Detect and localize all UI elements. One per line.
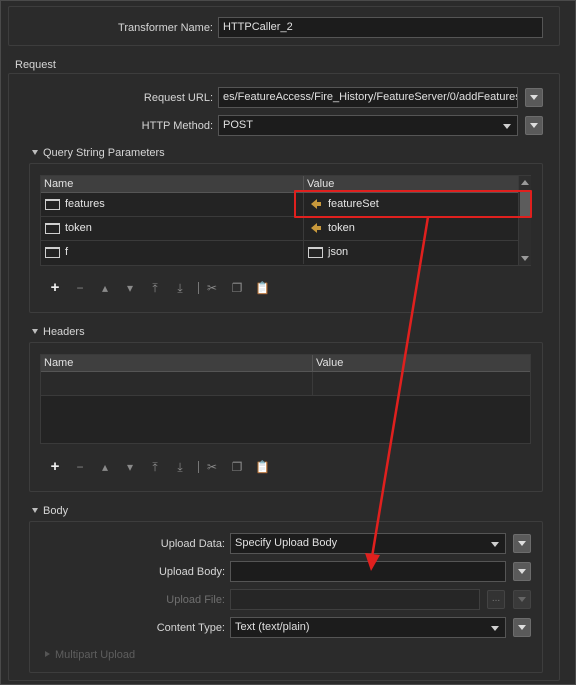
copy-icon[interactable]: ❐ (230, 280, 244, 296)
upload-body-label: Upload Body: (158, 566, 225, 578)
upload-data-label: Upload Data: (160, 538, 225, 550)
query-params-toolbar: + − ▴ ▾ ⤒ ⤓ ✂ ❐ 📋 (48, 280, 278, 296)
param-value: token (328, 222, 355, 234)
param-name: f (65, 246, 69, 258)
chevron-down-icon (491, 542, 499, 547)
upload-body-field[interactable] (230, 561, 506, 582)
body-section-toggle[interactable]: Body (32, 505, 68, 517)
cut-icon[interactable]: ✂ (205, 280, 219, 296)
expand-triangle-icon (45, 651, 50, 658)
request-section-label: Request (15, 59, 56, 71)
headers-table[interactable]: Name Value (40, 354, 531, 444)
attribute-icon (45, 247, 60, 258)
copy-icon[interactable]: ❐ (230, 459, 244, 475)
param-name: token (65, 222, 92, 234)
upload-data-select[interactable]: Specify Upload Body (230, 533, 506, 554)
column-header-name[interactable]: Name (41, 355, 313, 371)
move-down-icon[interactable]: ▾ (123, 459, 137, 475)
move-bottom-icon[interactable]: ⤓ (173, 280, 187, 296)
table-row[interactable] (41, 372, 530, 396)
upload-file-field[interactable] (230, 589, 480, 610)
query-params-table[interactable]: Name Value features featureSet token tok… (40, 175, 531, 266)
scroll-down-icon[interactable] (521, 256, 529, 261)
multipart-upload-toggle[interactable]: Multipart Upload (45, 649, 135, 661)
collapse-triangle-icon (32, 328, 38, 334)
upload-data-value: Specify Upload Body (235, 537, 338, 549)
upload-data-menu-button[interactable] (513, 534, 531, 553)
chevron-down-icon (491, 626, 499, 631)
content-type-menu-button[interactable] (513, 618, 531, 637)
chevron-down-icon (518, 541, 526, 546)
transformer-name-label: Transformer Name: (118, 22, 213, 34)
header-name-cell[interactable] (41, 372, 313, 395)
paste-icon[interactable]: 📋 (255, 459, 270, 475)
toolbar-separator (198, 461, 199, 473)
move-top-icon[interactable]: ⤒ (148, 459, 162, 475)
upload-file-menu-button[interactable] (513, 590, 531, 609)
table-row[interactable]: f json (41, 241, 518, 266)
column-header-value[interactable]: Value (313, 355, 530, 371)
headers-section-toggle[interactable]: Headers (32, 326, 85, 338)
upload-body-menu-button[interactable] (513, 562, 531, 581)
headers-toolbar: + − ▴ ▾ ⤒ ⤓ ✂ ❐ 📋 (48, 459, 278, 475)
move-down-icon[interactable]: ▾ (123, 280, 137, 296)
toolbar-separator (198, 282, 199, 294)
transformer-name-field[interactable]: HTTPCaller_2 (218, 17, 543, 38)
chevron-down-icon (530, 123, 538, 128)
http-method-menu-button[interactable] (525, 116, 543, 135)
request-url-label: Request URL: (143, 92, 213, 104)
http-method-select[interactable]: POST (218, 115, 518, 136)
body-section-label: Body (43, 505, 69, 517)
request-url-menu-button[interactable] (525, 88, 543, 107)
http-method-value: POST (223, 119, 253, 131)
move-top-icon[interactable]: ⤒ (148, 280, 162, 296)
paste-icon[interactable]: 📋 (255, 280, 270, 296)
param-name-cell[interactable]: f (41, 241, 304, 264)
move-up-icon[interactable]: ▴ (98, 280, 112, 296)
add-icon[interactable]: + (48, 459, 62, 475)
headers-section-label: Headers (43, 326, 85, 338)
column-header-name[interactable]: Name (41, 176, 304, 192)
remove-icon[interactable]: − (73, 280, 87, 296)
chevron-down-icon (503, 124, 511, 129)
collapse-triangle-icon (32, 507, 38, 513)
table-row[interactable]: token token (41, 217, 518, 241)
param-name-cell[interactable]: token (41, 217, 304, 240)
http-method-label: HTTP Method: (141, 120, 213, 132)
browse-file-button[interactable]: ... (487, 590, 505, 609)
param-value: json (328, 246, 349, 258)
scroll-up-icon[interactable] (521, 180, 529, 185)
param-value-cell[interactable]: token (304, 217, 518, 240)
highlight-box (294, 190, 532, 218)
attribute-icon (308, 247, 323, 258)
add-icon[interactable]: + (48, 280, 62, 296)
chevron-down-icon (518, 569, 526, 574)
chevron-down-icon (530, 95, 538, 100)
query-params-section-label: Query String Parameters (43, 147, 165, 159)
headers-table-header: Name Value (41, 355, 530, 372)
param-value-cell[interactable]: json (304, 241, 518, 264)
remove-icon[interactable]: − (73, 459, 87, 475)
request-url-field[interactable]: es/FeatureAccess/Fire_History/FeatureSer… (218, 87, 518, 108)
content-type-value: Text (text/plain) (235, 621, 310, 633)
content-type-select[interactable]: Text (text/plain) (230, 617, 506, 638)
query-params-section-toggle[interactable]: Query String Parameters (32, 147, 165, 159)
upload-file-label: Upload File: (166, 594, 225, 606)
multipart-upload-label: Multipart Upload (55, 649, 136, 661)
param-name: features (65, 198, 105, 210)
attribute-icon (45, 199, 60, 210)
cut-icon[interactable]: ✂ (205, 459, 219, 475)
header-value-cell[interactable] (313, 372, 530, 395)
param-name-cell[interactable]: features (41, 193, 304, 216)
move-bottom-icon[interactable]: ⤓ (173, 459, 187, 475)
move-up-icon[interactable]: ▴ (98, 459, 112, 475)
chevron-down-icon (518, 597, 526, 602)
chevron-down-icon (518, 625, 526, 630)
content-type-label: Content Type: (156, 622, 225, 634)
attribute-icon (45, 223, 60, 234)
collapse-triangle-icon (32, 149, 38, 155)
feature-attribute-icon (311, 223, 321, 233)
